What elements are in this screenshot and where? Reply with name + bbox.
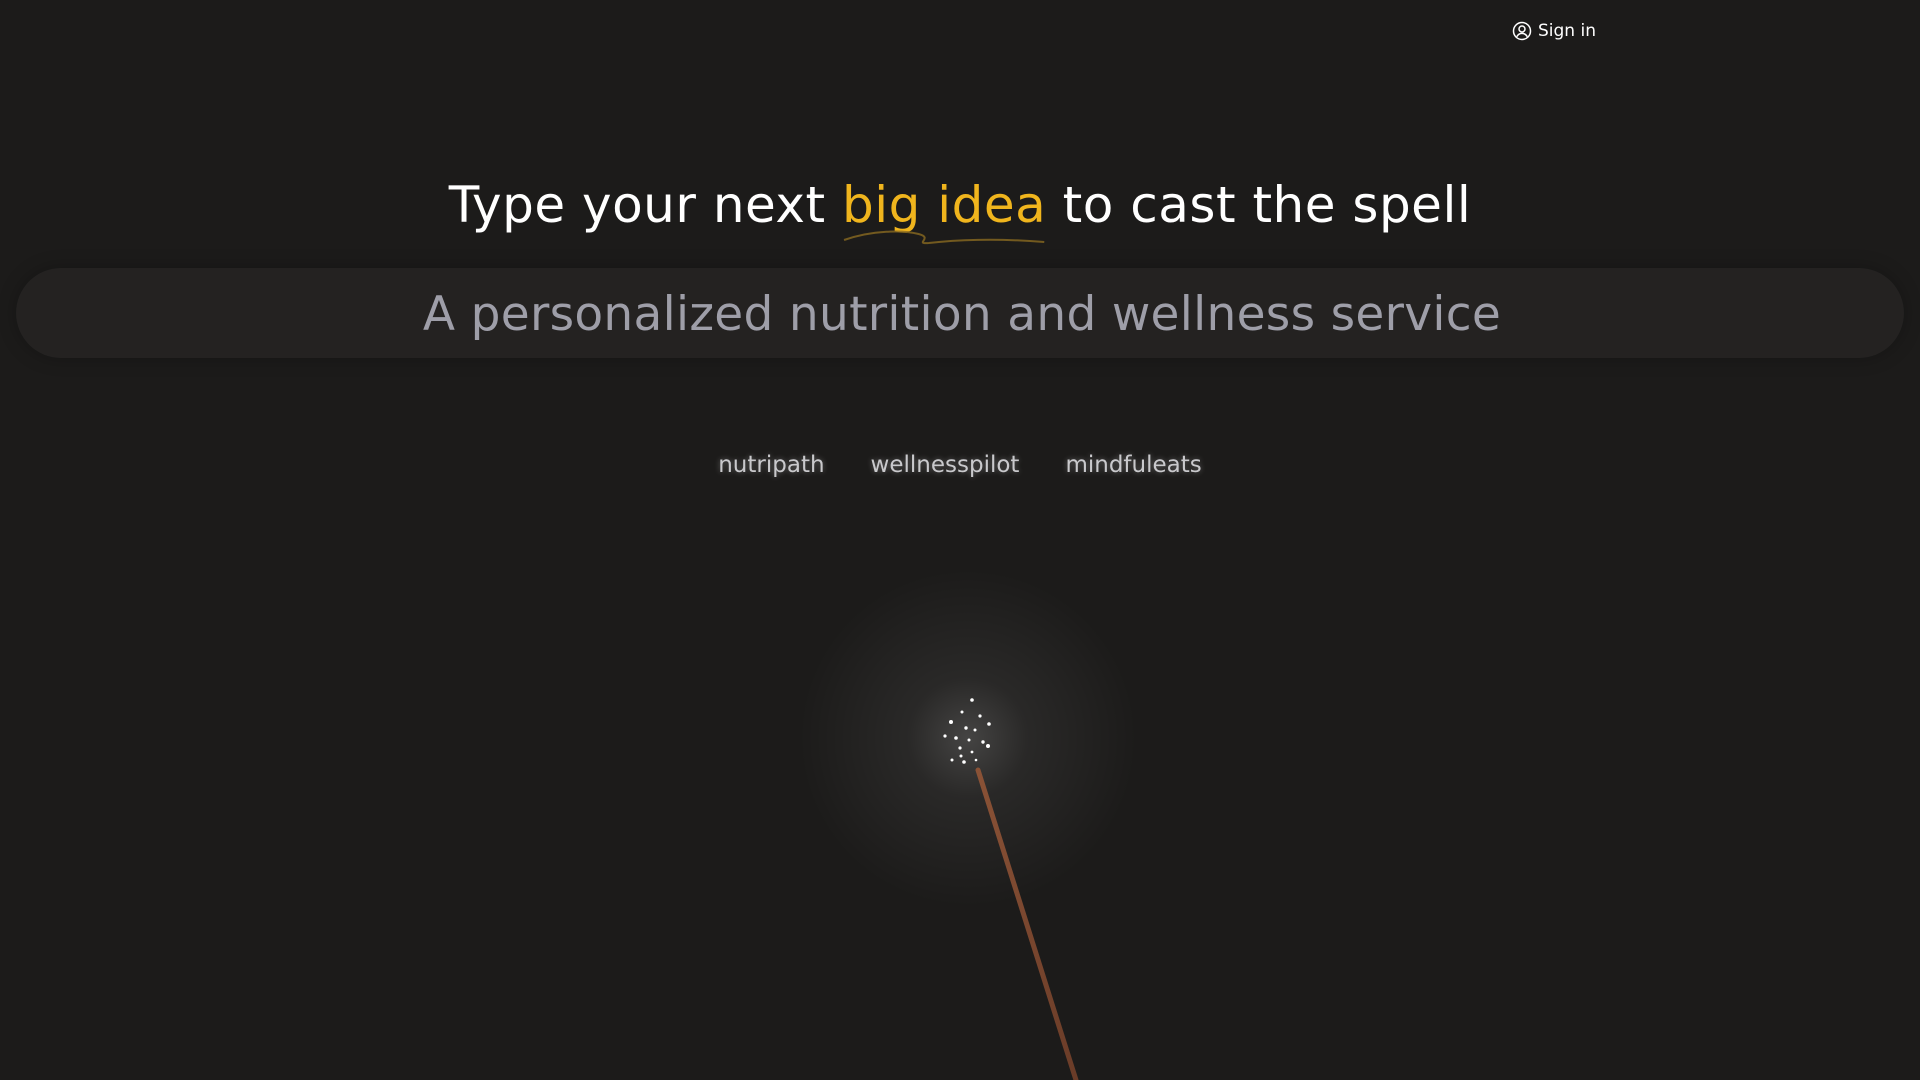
squiggle-underline-icon <box>843 230 1045 245</box>
page-headline: Type your next big idea to cast the spel… <box>0 176 1920 245</box>
idea-input[interactable] <box>16 268 1908 360</box>
sparkles <box>943 698 991 764</box>
suggestion-nutripath[interactable]: nutripath <box>718 452 824 478</box>
sparkler-icon <box>798 568 1138 1080</box>
sign-in-button[interactable]: Sign in <box>1512 16 1596 46</box>
user-circle-icon <box>1512 21 1532 41</box>
idea-input-container <box>16 268 1908 360</box>
name-suggestions: nutripath wellnesspilot mindfuleats <box>0 452 1920 478</box>
sign-in-label: Sign in <box>1538 21 1596 41</box>
suggestion-wellnesspilot[interactable]: wellnesspilot <box>871 452 1020 478</box>
suggestion-mindfuleats[interactable]: mindfuleats <box>1065 452 1201 478</box>
headline-before: Type your next <box>448 176 842 234</box>
headline-highlight: big idea <box>842 176 1046 245</box>
landing-page: Sign in Type your next big idea to cast … <box>0 0 1920 1080</box>
headline-after: to cast the spell <box>1046 176 1472 234</box>
wand-stick <box>975 767 1079 1080</box>
sparkler-glow <box>798 568 1138 908</box>
